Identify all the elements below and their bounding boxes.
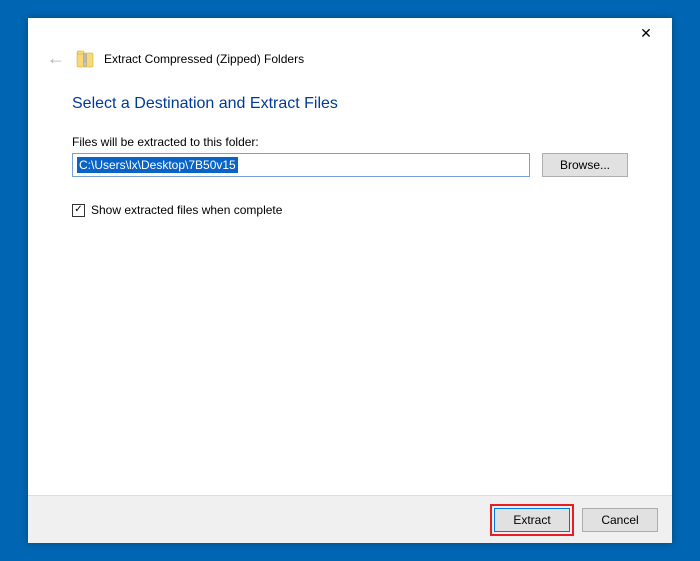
- back-arrow-icon[interactable]: ←: [46, 48, 66, 69]
- wizard-title: Extract Compressed (Zipped) Folders: [104, 52, 304, 66]
- content-area: Select a Destination and Extract Files F…: [28, 75, 672, 495]
- extract-highlight: Extract: [490, 504, 574, 536]
- browse-button[interactable]: Browse...: [542, 153, 628, 177]
- close-icon[interactable]: ✕: [634, 21, 658, 45]
- dialog-footer: Extract Cancel: [28, 495, 672, 543]
- destination-row: C:\Users\lx\Desktop\7B50v15 Browse...: [72, 153, 628, 177]
- destination-label: Files will be extracted to this folder:: [72, 135, 628, 149]
- page-heading: Select a Destination and Extract Files: [72, 95, 628, 113]
- cancel-button[interactable]: Cancel: [582, 508, 658, 532]
- show-files-checkbox-row[interactable]: ✓ Show extracted files when complete: [72, 203, 628, 217]
- checkbox-icon[interactable]: ✓: [72, 204, 85, 217]
- show-files-label: Show extracted files when complete: [91, 203, 282, 217]
- zip-folder-icon: [76, 49, 94, 69]
- titlebar: ✕: [28, 18, 672, 48]
- dialog-window: ✕ ← Extract Compressed (Zipped) Folders …: [28, 18, 672, 543]
- destination-path-text: C:\Users\lx\Desktop\7B50v15: [77, 157, 238, 173]
- destination-path-input[interactable]: C:\Users\lx\Desktop\7B50v15: [72, 153, 530, 177]
- wizard-header: ← Extract Compressed (Zipped) Folders: [28, 48, 672, 75]
- extract-button[interactable]: Extract: [494, 508, 570, 532]
